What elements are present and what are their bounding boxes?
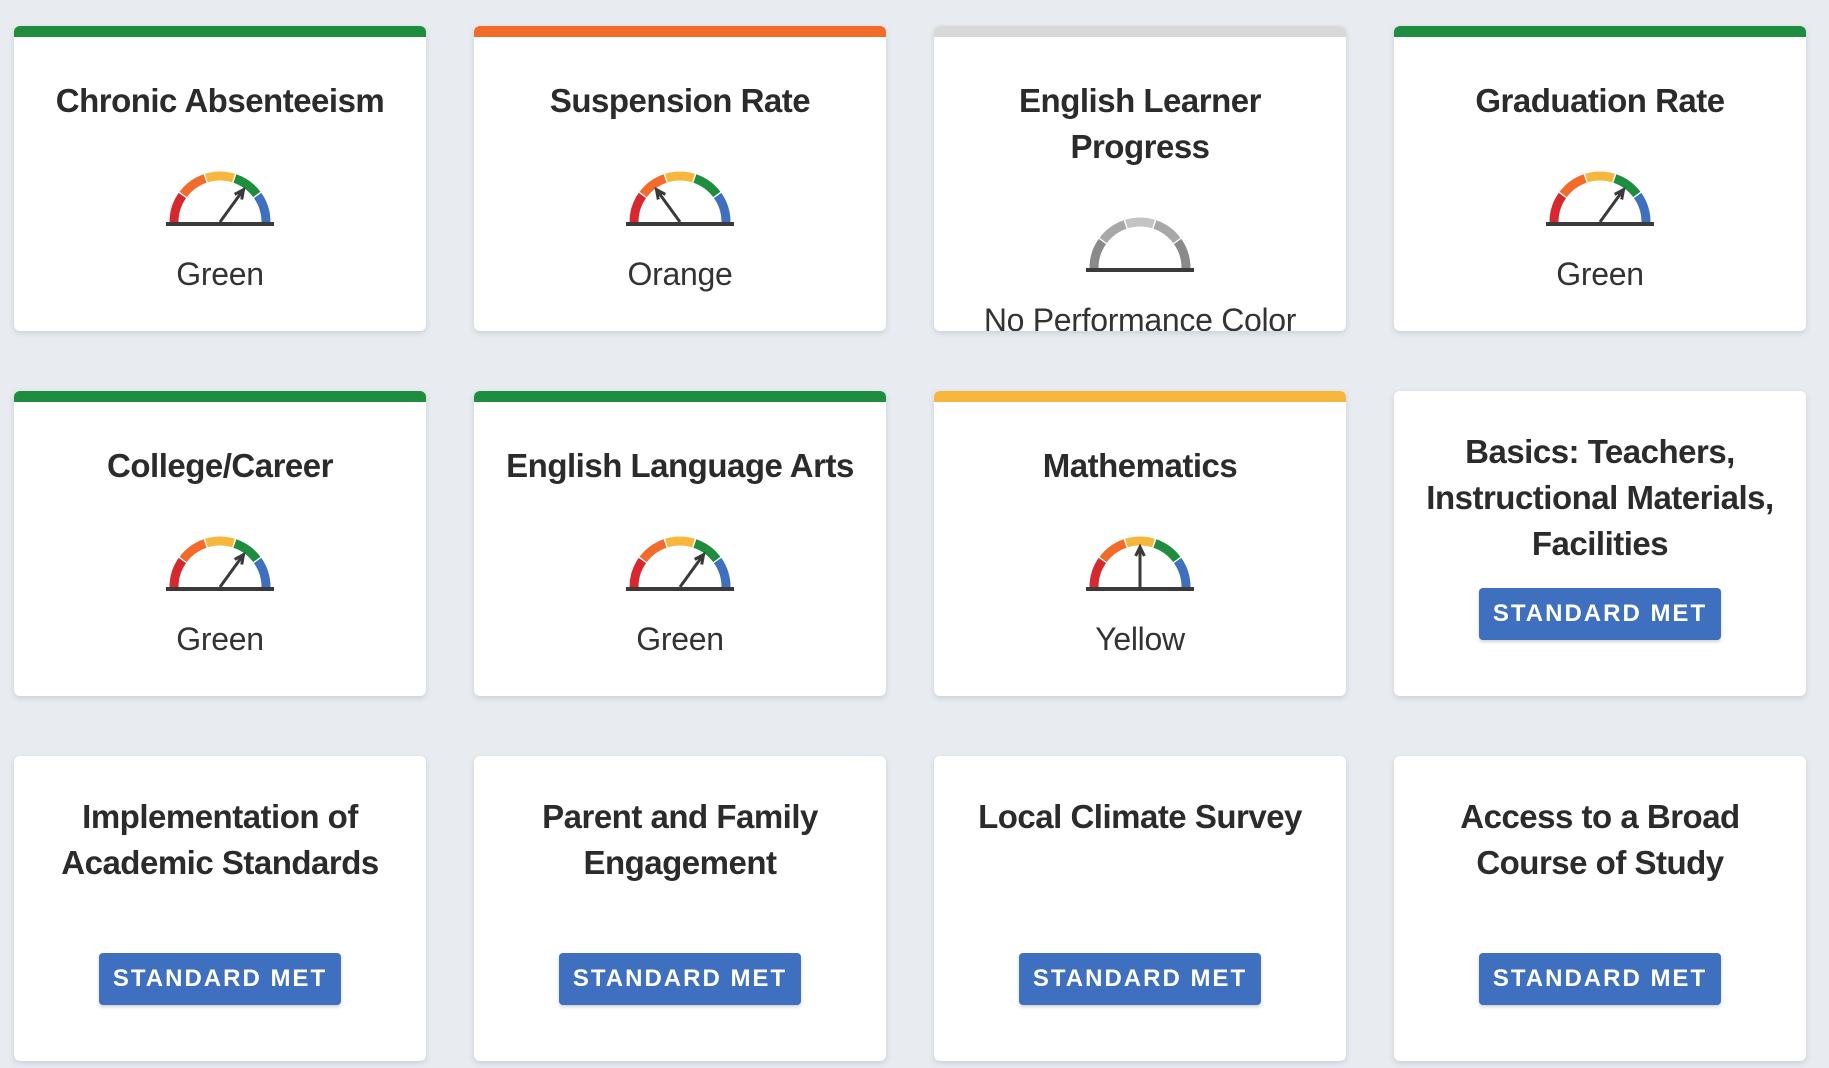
gauge-segment	[713, 557, 731, 588]
status-label: No Performance Color	[983, 302, 1297, 331]
local-indicator-card-basics[interactable]: Basics: Teachers, Instructional Material…	[1394, 391, 1806, 696]
gauge-segment	[713, 192, 731, 223]
indicator-title: Access to a Broad Course of Study	[1460, 798, 1740, 881]
gauge-segment	[1125, 536, 1155, 548]
status-color-bar	[14, 391, 426, 402]
gauge-icon	[1394, 138, 1806, 234]
gauge-icon	[14, 138, 426, 234]
gauge-icon	[934, 503, 1346, 599]
indicator-title: Suspension Rate	[549, 82, 811, 119]
indicator-title: College/Career	[107, 447, 333, 484]
gauge-needle	[1598, 188, 1625, 223]
gauge-needle	[655, 188, 682, 223]
gauge-segment	[1099, 539, 1127, 563]
gauge-segment	[253, 557, 271, 588]
status-color-bar	[14, 26, 426, 37]
standard-met-badge[interactable]: STANDARD MET	[98, 953, 342, 1005]
indicator-card-suspension-rate[interactable]: Suspension Rate Orange	[474, 26, 886, 331]
standard-met-badge[interactable]: STANDARD MET	[558, 953, 802, 1005]
dashboard-grid: Chronic Absenteeism Green Suspension Rat…	[14, 26, 1806, 1061]
indicator-card-graduation-rate[interactable]: Graduation Rate Green	[1394, 26, 1806, 331]
indicator-title: Local Climate Survey	[978, 798, 1302, 835]
status-color-bar	[474, 391, 886, 402]
indicator-card-english-language-arts[interactable]: English Language Arts Green	[474, 391, 886, 696]
gauge-segment	[1585, 171, 1615, 183]
status-label: Green	[636, 621, 724, 657]
gauge-segment	[1633, 192, 1651, 223]
gauge-needle	[678, 553, 705, 588]
gauge-segment	[179, 174, 207, 198]
status-color-bar	[934, 26, 1346, 37]
gauge-segment	[1089, 238, 1107, 269]
gauge-segment	[1153, 539, 1181, 563]
status-label: Orange	[627, 256, 733, 292]
gauge-segment	[665, 171, 695, 183]
gauge-icon	[474, 503, 886, 599]
gauge-icon	[14, 503, 426, 599]
indicator-card-college-career[interactable]: College/Career Green	[14, 391, 426, 696]
status-label: Green	[176, 621, 264, 657]
gauge-icon	[474, 138, 886, 234]
gauge-segment	[205, 536, 235, 548]
gauge-segment	[629, 557, 647, 588]
status-label: Yellow	[1095, 621, 1185, 657]
indicator-title: English Learner Progress	[1019, 82, 1261, 165]
gauge-segment	[1125, 217, 1155, 229]
indicator-title: English Language Arts	[506, 447, 854, 484]
gauge-icon	[934, 184, 1346, 280]
local-indicator-card-parent-family[interactable]: Parent and Family Engagement STANDARD ME…	[474, 756, 886, 1061]
gauge-segment	[629, 192, 647, 223]
indicator-title: Chronic Absenteeism	[55, 82, 385, 119]
gauge-segment	[253, 192, 271, 223]
gauge-segment	[1173, 557, 1191, 588]
gauge-segment	[665, 536, 695, 548]
status-label: Green	[1556, 256, 1644, 292]
gauge-segment	[693, 174, 721, 198]
gauge-segment	[639, 539, 667, 563]
gauge-segment	[169, 192, 187, 223]
gauge-segment	[205, 171, 235, 183]
gauge-segment	[1559, 174, 1587, 198]
status-color-bar	[934, 391, 1346, 402]
status-label: Green	[176, 256, 264, 292]
status-color-bar	[1394, 26, 1806, 37]
gauge-segment	[1099, 220, 1127, 244]
gauge-needle	[218, 188, 245, 223]
status-color-bar	[474, 26, 886, 37]
indicator-title: Implementation of Academic Standards	[61, 798, 379, 881]
indicator-title: Mathematics	[1042, 447, 1238, 484]
gauge-segment	[1173, 238, 1191, 269]
gauge-segment	[1549, 192, 1567, 223]
indicator-title: Basics: Teachers, Instructional Material…	[1426, 433, 1774, 562]
indicator-title: Parent and Family Engagement	[542, 798, 818, 881]
local-indicator-card-broad-course[interactable]: Access to a Broad Course of Study STANDA…	[1394, 756, 1806, 1061]
standard-met-badge[interactable]: STANDARD MET	[1478, 953, 1722, 1005]
gauge-segment	[1089, 557, 1107, 588]
standard-met-badge[interactable]: STANDARD MET	[1018, 953, 1262, 1005]
local-indicator-card-climate-survey[interactable]: Local Climate Survey STANDARD MET	[934, 756, 1346, 1061]
indicator-card-english-learner-progress[interactable]: English Learner Progress No Performance …	[934, 26, 1346, 331]
gauge-segment	[169, 557, 187, 588]
indicator-title: Graduation Rate	[1475, 82, 1725, 119]
local-indicator-card-academic-standards[interactable]: Implementation of Academic Standards STA…	[14, 756, 426, 1061]
gauge-needle	[218, 553, 245, 588]
standard-met-badge[interactable]: STANDARD MET	[1478, 588, 1722, 640]
gauge-segment	[179, 539, 207, 563]
indicator-card-chronic-absenteeism[interactable]: Chronic Absenteeism Green	[14, 26, 426, 331]
gauge-segment	[1153, 220, 1181, 244]
indicator-card-mathematics[interactable]: Mathematics Yellow	[934, 391, 1346, 696]
